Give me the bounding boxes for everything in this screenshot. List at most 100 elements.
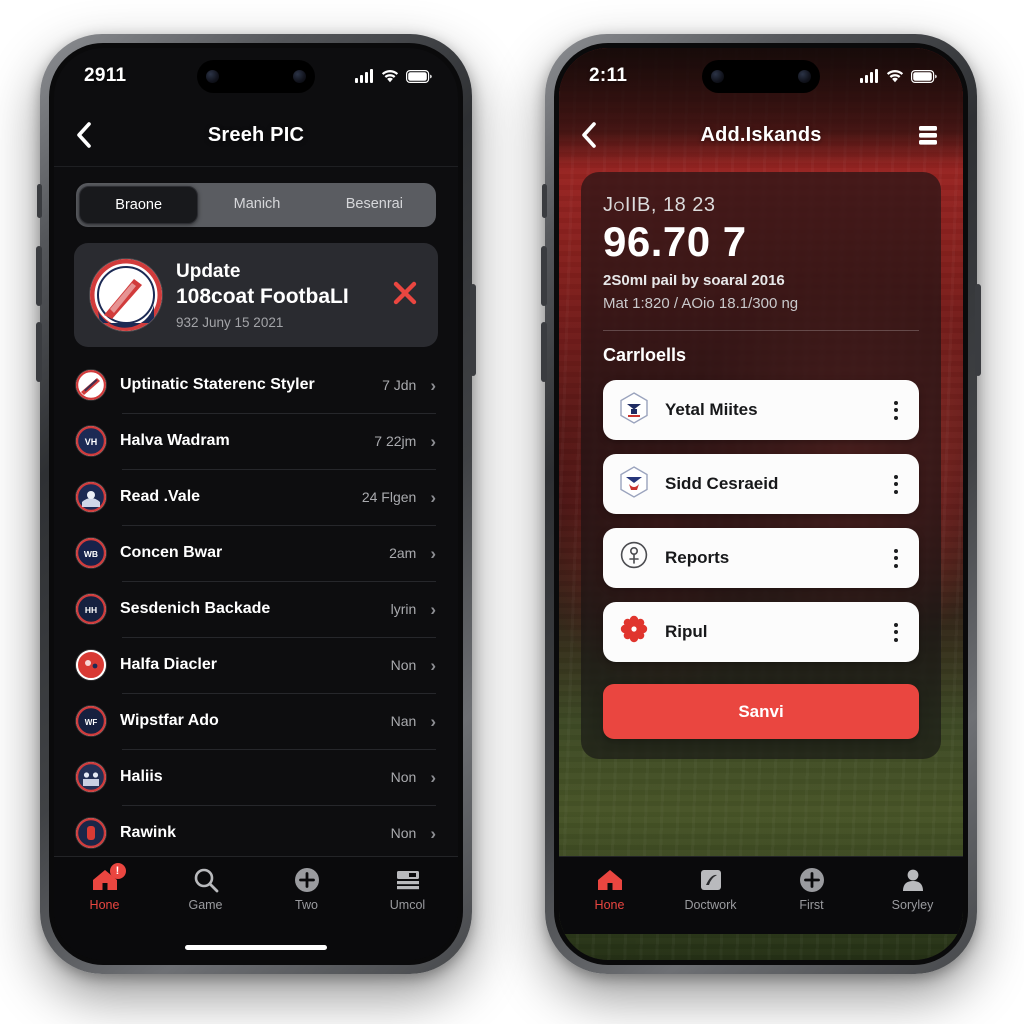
option-card[interactable]: Yetal Miites — [603, 380, 919, 441]
tab-home[interactable]: ! Hone — [54, 863, 155, 912]
kebab-menu-icon[interactable] — [889, 395, 903, 426]
left-status-bar: 2911 — [54, 48, 458, 104]
document-icon — [698, 866, 724, 894]
face-id-sensor-icon — [206, 70, 219, 83]
list-item-label: Halva Wadram — [120, 432, 230, 449]
list-item-label: Halfa Diacler — [120, 656, 217, 673]
segmented-control-wrapper: Braone Manich Besenrai — [54, 167, 458, 239]
list-item-meta: lyrin — [390, 601, 417, 617]
tab-first[interactable]: First — [761, 866, 862, 912]
option-card[interactable]: Sidd Cesraeid — [603, 454, 919, 515]
chevron-left-icon — [77, 122, 91, 148]
list-item-label: Sesdenich Backade — [120, 600, 271, 617]
home-indicator-bar[interactable] — [185, 944, 327, 950]
team-logo-icon — [76, 482, 106, 512]
cellular-signal-icon — [860, 69, 878, 83]
svg-text:HH: HH — [85, 605, 97, 615]
tab-label: Soryley — [891, 898, 934, 912]
left-nav-bar: Sreeh PIC — [54, 104, 458, 166]
option-card[interactable]: Ripul — [603, 602, 919, 663]
kebab-menu-icon[interactable] — [889, 469, 903, 500]
volume-down-button[interactable] — [541, 322, 547, 382]
volume-down-button[interactable] — [36, 322, 42, 382]
circle-pin-icon — [619, 540, 649, 577]
left-phone-screen: 2911 Sreeh PIC Braone Manich Besenrai Up… — [54, 48, 458, 960]
list-item-label: Haliis — [120, 768, 163, 785]
tab-umcol[interactable]: Umcol — [357, 866, 458, 912]
front-camera-icon — [293, 70, 306, 83]
list-item[interactable]: WF Wipstfar Ado Nan › — [54, 693, 458, 749]
chevron-right-icon: › — [430, 487, 436, 507]
segmented-control[interactable]: Braone Manich Besenrai — [76, 183, 436, 227]
team-list: Uptinatic Staterenc Styler 7 Jdn › VH Ha… — [54, 357, 458, 856]
right-phone-screen: 2:11 Add.Iskands JoIIB, 18 23 96.70 7 2S… — [559, 48, 963, 960]
list-item[interactable]: WB Concen Bwar 2am › — [54, 525, 458, 581]
right-nav-bar: Add.Iskands — [559, 104, 963, 166]
team-logo-icon — [76, 762, 106, 792]
update-kicker: Update — [176, 261, 241, 282]
primary-action-button[interactable]: Sanvi — [603, 684, 919, 740]
menu-icon — [919, 126, 937, 145]
tab-game[interactable]: Game — [155, 866, 256, 912]
list-item-meta: 24 Flgen — [361, 489, 417, 505]
team-logo-icon: WF — [76, 706, 106, 736]
status-clock: 2:11 — [589, 65, 628, 86]
power-button[interactable] — [470, 284, 476, 376]
back-button[interactable] — [581, 122, 619, 148]
battery-icon — [911, 69, 937, 83]
silent-switch[interactable] — [542, 184, 547, 218]
close-button[interactable] — [386, 274, 424, 317]
segment-tab-2[interactable]: Besenrai — [316, 186, 433, 224]
list-item-meta: 2am — [389, 545, 417, 561]
list-item[interactable]: VH Halva Wadram 7 22jm › — [54, 413, 458, 469]
list-item[interactable]: Halfa Diacler Non › — [54, 637, 458, 693]
left-phone-content: Braone Manich Besenrai Update 108coat Fo… — [54, 166, 458, 856]
menu-button[interactable] — [903, 123, 941, 147]
battery-icon — [406, 69, 432, 83]
update-notification-card[interactable]: Update 108coat FootbaLI 932 Juny 15 2021 — [74, 243, 438, 347]
power-button[interactable] — [975, 284, 981, 376]
chevron-right-icon: › — [430, 599, 436, 619]
volume-up-button[interactable] — [541, 246, 547, 306]
list-item-meta: 7 Jdn — [382, 377, 417, 393]
team-logo-icon — [76, 818, 106, 848]
wifi-icon — [381, 70, 399, 83]
tab-home[interactable]: Hone — [559, 866, 660, 912]
list-item[interactable]: Rawink Non › — [54, 805, 458, 856]
tab-label: Umcol — [389, 898, 426, 912]
volume-up-button[interactable] — [36, 246, 42, 306]
right-tab-bar: Hone Doctwork First Soryley — [559, 856, 963, 934]
left-tab-bar: ! Hone Game Two Umcol — [54, 856, 458, 934]
hero-headline: 96.70 7 — [603, 218, 747, 265]
person-icon — [900, 866, 926, 894]
tab-label: Hone — [89, 898, 120, 912]
list-item-meta: Non — [390, 769, 417, 785]
team-logo-icon: VH — [76, 426, 106, 456]
option-card[interactable]: Reports — [603, 528, 919, 589]
list-item-meta: Nan — [390, 713, 417, 729]
silent-switch[interactable] — [37, 184, 42, 218]
kebab-menu-icon[interactable] — [889, 543, 903, 574]
list-item[interactable]: Haliis Non › — [54, 749, 458, 805]
team-logo-icon — [90, 259, 162, 331]
segment-tab-1[interactable]: Manich — [198, 186, 315, 224]
tab-soryley[interactable]: Soryley — [862, 866, 963, 912]
list-item[interactable]: Uptinatic Staterenc Styler 7 Jdn › — [54, 357, 458, 413]
list-item-label: Concen Bwar — [120, 544, 223, 561]
wallet-icon — [395, 866, 421, 894]
wifi-icon — [886, 70, 904, 83]
chevron-right-icon: › — [430, 431, 436, 451]
kebab-menu-icon[interactable] — [889, 617, 903, 648]
segment-tab-0[interactable]: Braone — [79, 186, 199, 224]
list-item[interactable]: HH Sesdenich Backade lyrin › — [54, 581, 458, 637]
plus-circle-icon — [799, 866, 825, 894]
right-phone-device: 2:11 Add.Iskands JoIIB, 18 23 96.70 7 2S… — [541, 34, 981, 974]
list-item[interactable]: Read .Vale 24 Flgen › — [54, 469, 458, 525]
update-date: 932 Juny 15 2021 — [176, 315, 284, 330]
back-button[interactable] — [76, 122, 114, 148]
tab-two[interactable]: Two — [256, 866, 357, 912]
option-card-label: Ripul — [665, 622, 708, 642]
option-card-list: Yetal Miites Sidd Cesraeid Reports Ripul — [603, 380, 919, 663]
hero-info-card: JoIIB, 18 23 96.70 7 2S0mI paiI by soara… — [581, 172, 941, 760]
tab-doctwork[interactable]: Doctwork — [660, 866, 761, 912]
